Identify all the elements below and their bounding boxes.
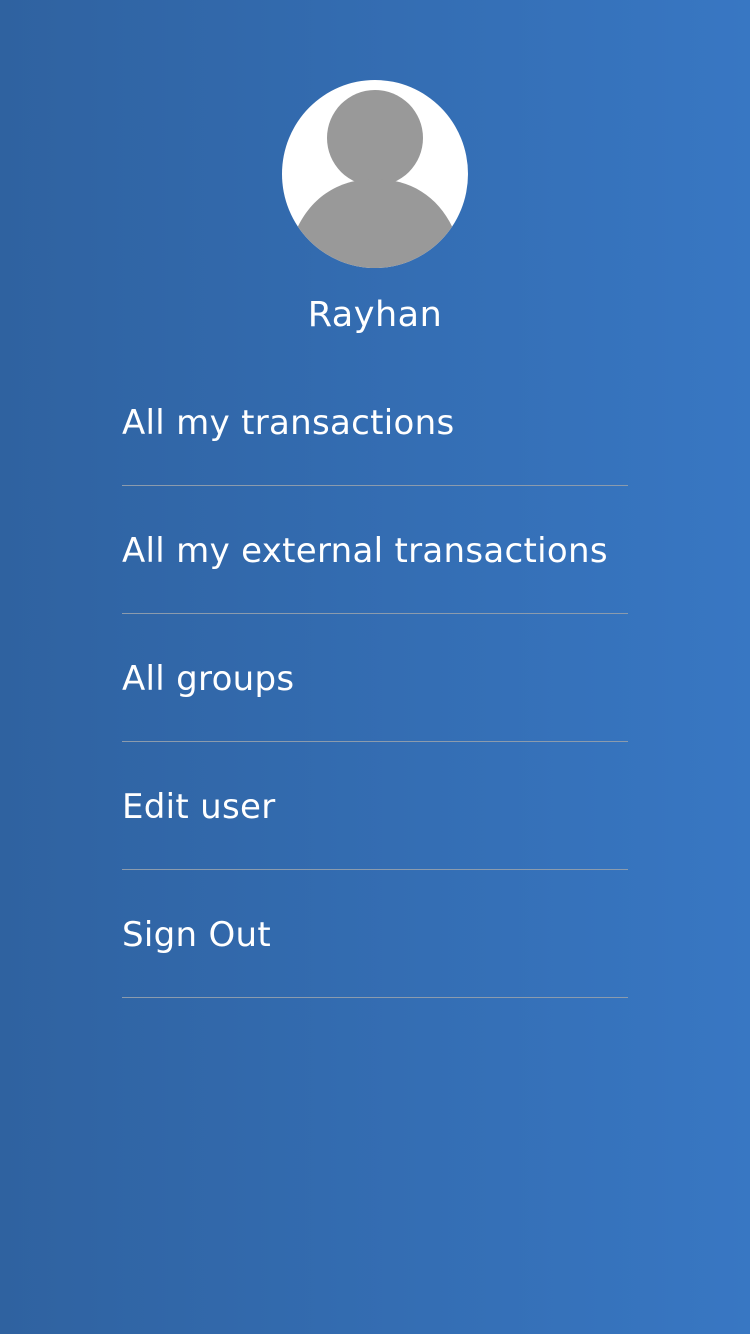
- menu-item-label: Edit user: [122, 787, 276, 827]
- menu-item-all-groups[interactable]: All groups: [122, 614, 628, 742]
- avatar-shoulders: [295, 179, 455, 268]
- menu-item-label: Sign Out: [122, 915, 272, 955]
- user-name: Rayhan: [307, 295, 443, 335]
- menu-item-edit-user[interactable]: Edit user: [122, 742, 628, 870]
- menu-item-all-my-external-transactions[interactable]: All my external transactions: [122, 486, 628, 614]
- menu-item-sign-out[interactable]: Sign Out: [122, 870, 628, 998]
- menu-item-label: All my transactions: [122, 403, 455, 443]
- menu-item-all-my-transactions[interactable]: All my transactions: [122, 358, 628, 486]
- menu-item-label: All groups: [122, 659, 295, 699]
- avatar[interactable]: [282, 80, 468, 268]
- drawer-menu: All my transactions All my external tran…: [122, 358, 628, 998]
- menu-item-label: All my external transactions: [122, 531, 608, 571]
- avatar-head: [327, 90, 423, 186]
- user-avatar-icon: [295, 90, 455, 268]
- navigation-drawer: Rayhan All my transactions All my extern…: [0, 0, 750, 1334]
